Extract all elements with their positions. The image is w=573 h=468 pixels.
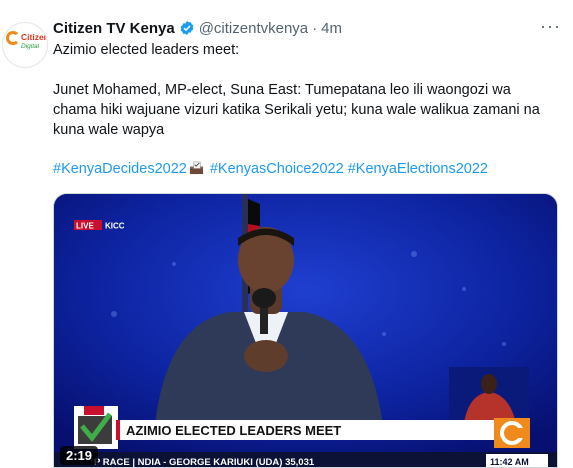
sign-language-interpreter: [449, 367, 529, 423]
tweet-text-line-4: kuna wale wapya: [53, 122, 165, 138]
author-handle[interactable]: @citizentvkenya: [199, 20, 308, 37]
hashtag-link[interactable]: #KenyasChoice2022: [210, 161, 344, 177]
avatar-logo-text: Citizen: [21, 32, 48, 42]
ticker-clock: 11:42 AM: [490, 457, 529, 467]
hashtag-link[interactable]: #KenyaDecides2022: [53, 161, 187, 177]
timestamp[interactable]: 4m: [321, 20, 342, 37]
video-duration-badge: 2:19: [60, 446, 99, 465]
avatar-logo-subtext: Digital: [21, 43, 40, 50]
tweet-text-line-3: chama hiki wajuane vizuri katika Serikal…: [53, 102, 540, 118]
tweet-header: Citizen TV Kenya @citizentvkenya · 4m: [53, 18, 342, 38]
tweet-text-line-1: Azimio elected leaders meet:: [53, 42, 240, 58]
ballot-box-emoji-icon: [189, 161, 203, 175]
author-name[interactable]: Citizen TV Kenya: [53, 20, 175, 37]
tweet-text-line-2: Junet Mohamed, MP-elect, Suna East: Tume…: [53, 82, 511, 98]
live-badge: LIVE: [76, 222, 94, 231]
location-label: KICC: [105, 222, 125, 231]
verified-badge-icon: [180, 21, 194, 35]
video-frame: LIVE KICC AZIMIO ELECTED LEADERS MEET P …: [54, 194, 557, 468]
avatar[interactable]: Citizen Digital: [2, 22, 48, 68]
video-player[interactable]: LIVE KICC AZIMIO ELECTED LEADERS MEET P …: [53, 193, 558, 468]
headline-bar: AZIMIO ELECTED LEADERS MEET: [126, 423, 341, 438]
hashtags: #KenyaDecides2022 #KenyasChoice2022 #Ken…: [53, 159, 488, 179]
citizen-tv-logo-icon: [494, 418, 530, 448]
hashtag-link[interactable]: #KenyaElections2022: [348, 161, 488, 177]
separator-dot: ·: [312, 19, 318, 37]
news-ticker: P RACE | NDIA - GEORGE KARIUKI (UDA) 35,…: [94, 457, 315, 468]
election-logo-icon: [74, 406, 118, 449]
citizen-logo-icon: [6, 31, 20, 45]
tweet[interactable]: Citizen Digital Citizen TV Kenya @citize…: [0, 0, 573, 468]
more-options-icon[interactable]: ···: [540, 16, 561, 37]
